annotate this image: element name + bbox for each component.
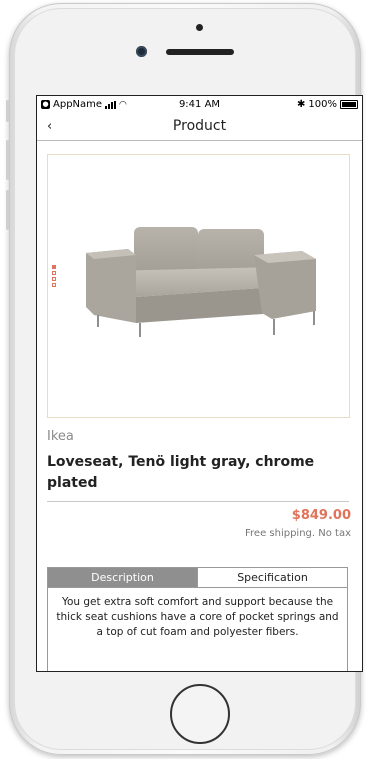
volume-down-button	[6, 190, 9, 230]
carousel-dot[interactable]	[52, 277, 56, 281]
product-image-carousel[interactable]	[47, 154, 350, 418]
tab-description[interactable]: Description	[48, 568, 197, 587]
carousel-indicators	[52, 265, 56, 287]
home-button[interactable]	[170, 684, 230, 744]
mute-switch	[6, 100, 9, 122]
product-description: You get extra soft comfort and support b…	[56, 596, 339, 638]
status-bar: ● AppName ◠ 9:41 AM ✱ 100%	[37, 96, 362, 114]
battery-percent: 100%	[308, 99, 337, 110]
proximity-sensor	[196, 24, 203, 31]
tab-content: You get extra soft comfort and support b…	[47, 587, 348, 671]
product-price: $849.00	[291, 508, 351, 523]
battery-icon	[340, 100, 358, 109]
status-right: ✱ 100%	[297, 99, 358, 110]
page-title: Product	[172, 118, 227, 134]
earpiece-speaker	[166, 49, 234, 55]
product-title: Loveseat, Tenö light gray, chrome plated	[47, 454, 315, 491]
app-screen: ● AppName ◠ 9:41 AM ✱ 100% ‹ Product Ike…	[36, 95, 363, 672]
volume-up-button	[6, 140, 9, 180]
front-camera	[136, 46, 147, 57]
info-tabs: Description Specification	[47, 567, 348, 588]
shipping-info: Free shipping. No tax	[245, 528, 351, 539]
divider	[47, 501, 349, 502]
nav-bar: ‹ Product	[37, 114, 362, 141]
carousel-dot[interactable]	[52, 283, 56, 287]
product-brand: Ikea	[47, 429, 74, 444]
sofa-image	[86, 227, 316, 337]
carousel-dot[interactable]	[52, 271, 56, 275]
carousel-dot[interactable]	[52, 265, 56, 269]
bluetooth-icon: ✱	[297, 99, 306, 110]
tab-specification[interactable]: Specification	[197, 568, 347, 587]
